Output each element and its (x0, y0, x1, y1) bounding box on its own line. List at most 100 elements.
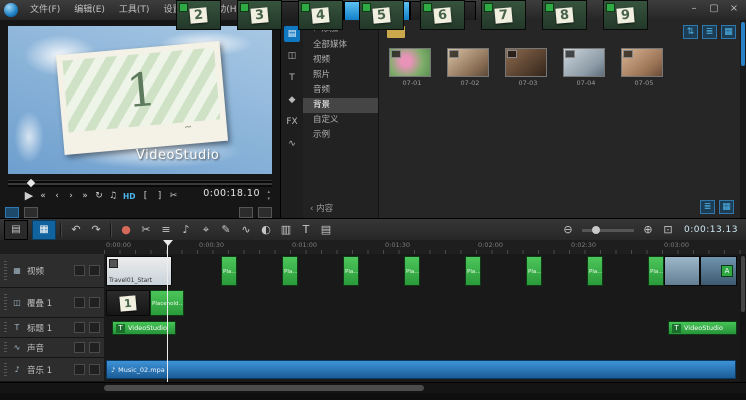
safe-area-icon[interactable] (24, 207, 38, 218)
record-capture-button[interactable]: ● (116, 221, 136, 239)
split-clip-button[interactable]: ✂ (167, 188, 181, 204)
motion-path-icon[interactable]: ∿ (284, 136, 300, 152)
subtitle-editor-button[interactable]: T (296, 221, 316, 239)
track-manager-button[interactable]: ▤ (316, 221, 336, 239)
track-mute-toggle[interactable] (74, 364, 85, 375)
track-lock-toggle[interactable] (89, 322, 100, 333)
graphics-icon[interactable]: ◆ (284, 92, 300, 108)
video-clip-2[interactable]: 2 (176, 0, 221, 30)
video-clip-6[interactable]: 6 (420, 0, 465, 30)
track-header-title[interactable]: T 标题 1 (0, 318, 104, 338)
video-clip-end-2[interactable]: A (700, 256, 737, 286)
video-clip-travel-start[interactable]: Travel01_Start (106, 256, 172, 286)
nav-item-custom[interactable]: 自定义 (303, 113, 378, 128)
drag-handle[interactable] (4, 294, 7, 311)
scrubber-track[interactable] (8, 183, 272, 185)
media-thumbnail[interactable]: 07-04 (563, 48, 609, 87)
thumbnail-image[interactable] (505, 48, 547, 77)
redo-button[interactable]: ↷ (86, 221, 106, 239)
zoom-slider[interactable] (582, 229, 634, 232)
auto-music-button[interactable]: ♪ (176, 221, 196, 239)
split-button[interactable]: ✂ (136, 221, 156, 239)
preview-scrubber[interactable] (8, 180, 272, 187)
overlay-track-row[interactable] (104, 288, 746, 319)
track-header-video[interactable]: ▦ 视频 (0, 254, 104, 288)
sort-icon[interactable]: ⇅ (683, 25, 698, 39)
timeline-view-button[interactable]: ▦ (32, 220, 56, 240)
track-mute-toggle[interactable] (74, 297, 85, 308)
playhead-line[interactable] (167, 240, 168, 382)
media-thumbnail[interactable]: 07-03 (505, 48, 551, 87)
grid-view-icon[interactable]: ▦ (721, 25, 736, 39)
full-screen-icon[interactable] (258, 207, 272, 218)
time-remap-button[interactable]: ∿ (236, 221, 256, 239)
motion-tracking-button[interactable]: ⌖ (196, 221, 216, 239)
filter-icon[interactable]: FX (284, 114, 300, 130)
drag-handle[interactable] (4, 261, 7, 281)
track-lock-toggle[interactable] (89, 342, 100, 353)
menu-tools[interactable]: 工具(T) (112, 0, 157, 20)
transition-clip[interactable]: Pla… (221, 256, 237, 286)
voice-track-row[interactable] (104, 338, 746, 359)
painting-creator-button[interactable]: ✎ (216, 221, 236, 239)
next-frame-button[interactable]: › (64, 188, 78, 204)
media-thumbnail[interactable]: 07-02 (447, 48, 493, 87)
transition-clip[interactable]: Pla… (465, 256, 481, 286)
nav-item-audio[interactable]: 音频 (303, 83, 378, 98)
library-scrollbar[interactable] (740, 20, 746, 218)
vscrollbar-handle[interactable] (741, 256, 745, 312)
display-mode-icon[interactable] (5, 207, 19, 218)
mark-in-button[interactable]: [ (139, 188, 153, 204)
list-view-icon[interactable]: ≣ (702, 25, 717, 39)
nav-item-samples[interactable]: 示例 (303, 128, 378, 143)
nav-item-background[interactable]: 背景 (303, 98, 378, 113)
menu-file[interactable]: 文件(F) (23, 0, 67, 20)
fit-project-button[interactable]: ⊡ (658, 221, 678, 239)
media-thumbnail[interactable]: 07-05 (621, 48, 667, 87)
title-track-row[interactable] (104, 318, 746, 339)
zoom-out-button[interactable]: ⊖ (558, 221, 578, 239)
transition-clip[interactable]: Pla… (587, 256, 603, 286)
minimize-button[interactable]: – (684, 0, 704, 18)
thumbnail-image[interactable] (447, 48, 489, 77)
home-button[interactable]: « (36, 188, 50, 204)
thumbnail-image[interactable] (563, 48, 605, 77)
transition-clip[interactable]: Pla… (404, 256, 420, 286)
close-button[interactable]: × (724, 0, 744, 18)
nav-item-video[interactable]: 视频 (303, 53, 378, 68)
prev-frame-button[interactable]: ‹ (50, 188, 64, 204)
menu-edit[interactable]: 编辑(E) (67, 0, 112, 20)
transition-clip[interactable]: Pla… (648, 256, 664, 286)
media-thumbnail[interactable]: 07-01 (389, 48, 435, 87)
play-button[interactable]: ▶ (22, 188, 36, 204)
loop-button[interactable]: ↻ (92, 188, 106, 204)
title-clip[interactable]: T VideoStudio (668, 321, 737, 335)
track-mute-toggle[interactable] (74, 342, 85, 353)
hd-badge[interactable]: HD (120, 192, 139, 201)
video-clip-9[interactable]: 9 (603, 0, 648, 30)
music-clip[interactable]: ♪ Music_02.mpa (106, 360, 736, 379)
zoom-in-button[interactable]: ⊕ (638, 221, 658, 239)
library-scrollbar-handle[interactable] (741, 22, 745, 66)
video-clip-5[interactable]: 5 (359, 0, 404, 30)
video-clip-8[interactable]: 8 (542, 0, 587, 30)
playhead-handle[interactable] (163, 240, 173, 246)
scrubber-handle[interactable] (27, 179, 35, 187)
drag-handle[interactable] (4, 322, 7, 333)
zoom-slider-handle[interactable] (592, 226, 600, 234)
storyboard-view-button[interactable]: ▤ (4, 220, 28, 240)
track-lock-toggle[interactable] (89, 297, 100, 308)
timeline-hscrollbar[interactable] (0, 382, 746, 393)
thumbnail-size-small-icon[interactable]: ≣ (700, 200, 715, 214)
nav-item-all-media[interactable]: 全部媒体 (303, 38, 378, 53)
track-lock-toggle[interactable] (89, 364, 100, 375)
volume-button[interactable]: ♫ (106, 188, 120, 204)
nav-footer-content[interactable]: ‹ 内容 (303, 202, 378, 214)
timeline-vscrollbar[interactable] (740, 254, 746, 382)
track-mute-toggle[interactable] (74, 265, 85, 276)
multicam-editor-button[interactable]: ▥ (276, 221, 296, 239)
title-icon[interactable]: T (284, 70, 300, 86)
timeline-ruler[interactable]: 0:00:00 0:00:30 0:01:00 0:01:30 0:02:00 … (0, 240, 746, 255)
transition-clip[interactable]: Pla… (526, 256, 542, 286)
transition-icon[interactable]: ◫ (284, 48, 300, 64)
